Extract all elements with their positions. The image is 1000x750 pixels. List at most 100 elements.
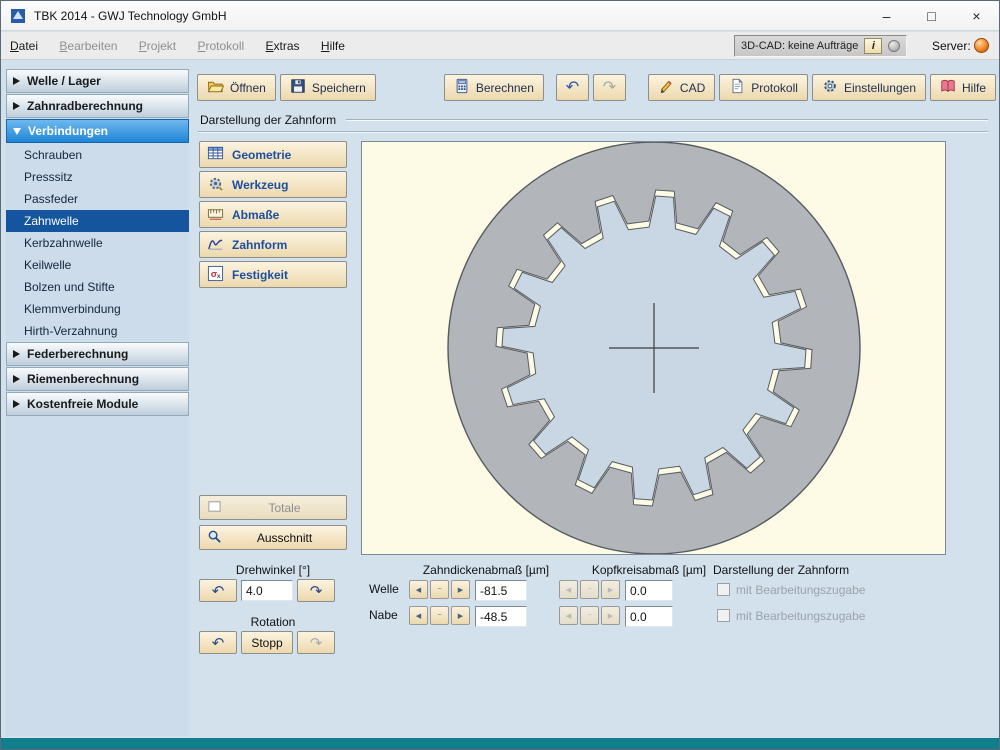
sidebar-section-federberechnung[interactable]: Federberechnung: [6, 342, 189, 366]
sidebar-section-kostenfreie-module[interactable]: Kostenfreie Module: [6, 392, 189, 416]
open-button-label: Öffnen: [230, 80, 266, 95]
stopp-button[interactable]: Stopp: [241, 631, 293, 654]
app-icon: [10, 8, 26, 24]
server-led: [974, 38, 989, 53]
decrement-button[interactable]: ◀: [409, 580, 428, 599]
divider: [346, 119, 988, 121]
open-folder-icon: [207, 78, 225, 98]
titlebar: TBK 2014 - GWJ Technology GmbH – □ ×: [1, 1, 999, 31]
chevron-right-icon: [13, 102, 20, 110]
cad-button-label: CAD: [679, 80, 706, 95]
sidebar-section-riemenberechnung[interactable]: Riemenberechnung: [6, 367, 189, 391]
totale-button: Totale: [199, 495, 347, 520]
chevron-right-icon: [13, 375, 20, 383]
toolbar: Öffnen Speichern Berechnen ↶ ↷ CAD Proto…: [197, 73, 1000, 102]
tooth-profile-icon: [207, 235, 224, 255]
calculate-button[interactable]: Berechnen: [443, 74, 544, 101]
app-window: TBK 2014 - GWJ Technology GmbH – □ × Dat…: [0, 0, 1000, 750]
rotation-ccw-button[interactable]: ↶: [199, 631, 237, 654]
open-button[interactable]: Öffnen: [197, 74, 276, 101]
ruler-icon: [207, 205, 224, 225]
zahnform-button[interactable]: Zahnform: [199, 231, 347, 258]
section-label: Kostenfreie Module: [27, 397, 139, 411]
kopfkreis-nabe-input[interactable]: [625, 606, 673, 627]
menu-datei[interactable]: Datei: [1, 32, 47, 60]
sidebar-item-hirth-verzahnung[interactable]: Hirth-Verzahnung: [6, 320, 189, 342]
bearbeitungszugabe-checkbox-1: [717, 583, 730, 596]
close-button[interactable]: ×: [954, 1, 999, 31]
geometrie-button[interactable]: Geometrie: [199, 141, 347, 168]
chevron-right-icon: [13, 350, 20, 358]
calculate-button-label: Berechnen: [475, 80, 534, 95]
festigkeit-button[interactable]: σx Festigkeit: [199, 261, 347, 288]
reset-button[interactable]: −: [430, 606, 449, 625]
spline-gear-drawing: [447, 141, 861, 555]
sidebar-item-kerbzahnwelle[interactable]: Kerbzahnwelle: [6, 232, 189, 254]
undo-button[interactable]: ↶: [555, 74, 589, 101]
sidebar-section-welle-lager[interactable]: Welle / Lager: [6, 69, 189, 93]
divider: [198, 131, 988, 133]
section-label: Welle / Lager: [27, 74, 101, 88]
werkzeug-button[interactable]: Werkzeug: [199, 171, 347, 198]
zahndicken-nabe-spinner: ◀ − ▶: [409, 606, 470, 625]
ausschnitt-button[interactable]: Ausschnitt: [199, 525, 347, 550]
festigkeit-button-label: Festigkeit: [232, 267, 289, 282]
info-button[interactable]: i: [864, 38, 883, 54]
calculator-icon: [454, 78, 470, 97]
window-title: TBK 2014 - GWJ Technology GmbH: [34, 9, 227, 23]
zahndicken-welle-input[interactable]: [475, 580, 527, 601]
zahnform-button-label: Zahnform: [232, 237, 288, 252]
sidebar-item-keilwelle[interactable]: Keilwelle: [6, 254, 189, 276]
increment-button[interactable]: ▶: [451, 580, 470, 599]
sidebar-item-passfeder[interactable]: Passfeder: [6, 188, 189, 210]
menu-extras[interactable]: Extras: [257, 32, 309, 60]
rotate-cw-button[interactable]: ↷: [297, 579, 335, 602]
server-label: Server:: [932, 39, 971, 53]
zahndicken-nabe-input[interactable]: [475, 606, 527, 627]
cad-status-led: [888, 40, 901, 52]
menu-bearbeiten: Bearbeiten: [59, 39, 118, 53]
settings-button[interactable]: Einstellungen: [811, 74, 926, 101]
sidebar-item-zahnwelle[interactable]: Zahnwelle: [6, 210, 189, 232]
cad-button[interactable]: CAD: [647, 74, 716, 101]
sidebar-section-verbindungen[interactable]: Verbindungen: [6, 119, 189, 143]
bearbeitungszugabe-label-2: mit Bearbeitungszugabe: [736, 609, 866, 623]
increment-button: ▶: [601, 606, 620, 625]
kopfkreis-welle-input[interactable]: [625, 580, 673, 601]
sidebar-item-bolzen-und-stifte[interactable]: Bolzen und Stifte: [6, 276, 189, 298]
reset-button[interactable]: −: [430, 580, 449, 599]
sidebar-section-zahnradberechnung[interactable]: Zahnradberechnung: [6, 94, 189, 118]
geometrie-button-label: Geometrie: [232, 147, 292, 162]
page-title: Darstellung der Zahnform: [200, 113, 337, 127]
chevron-down-icon: [13, 127, 21, 135]
sidebar-item-presssitz[interactable]: Presssitz: [6, 166, 189, 188]
redo-button: ↷: [592, 74, 626, 101]
document-icon: [729, 78, 745, 97]
increment-button[interactable]: ▶: [451, 606, 470, 625]
ausschnitt-button-label: Ausschnitt: [256, 530, 313, 545]
decrement-button[interactable]: ◀: [409, 606, 428, 625]
help-book-icon: [940, 78, 956, 97]
menu-hilfe[interactable]: Hilfe: [312, 32, 354, 60]
welle-label: Welle: [369, 582, 399, 596]
help-button[interactable]: Hilfe: [930, 74, 997, 101]
abmasse-button[interactable]: Abmaße: [199, 201, 347, 228]
cad-pencil-icon: [658, 78, 674, 97]
tool-gear-icon: [207, 175, 224, 195]
darstellung-label: Darstellung der Zahnform: [713, 563, 850, 577]
save-button-label: Speichern: [311, 80, 366, 95]
protocol-button[interactable]: Protokoll: [719, 74, 808, 101]
save-button[interactable]: Speichern: [279, 74, 376, 101]
menubar: Datei Bearbeiten Projekt Protokoll Extra…: [1, 32, 999, 60]
sidebar: Welle / Lager Zahnradberechnung Verbindu…: [6, 69, 189, 736]
sidebar-item-schrauben[interactable]: Schrauben: [6, 144, 189, 166]
cad-status-box: 3D-CAD: keine Aufträge i: [734, 35, 908, 57]
menu-projekt: Projekt: [138, 39, 177, 53]
sidebar-item-klemmverbindung[interactable]: Klemmverbindung: [6, 298, 189, 320]
minimize-button[interactable]: –: [864, 1, 909, 31]
rotate-ccw-button[interactable]: ↶: [199, 579, 237, 602]
maximize-button[interactable]: □: [909, 1, 954, 31]
drehwinkel-input[interactable]: [241, 580, 293, 601]
undo-icon: ↶: [565, 78, 580, 96]
nabe-label: Nabe: [369, 608, 398, 622]
